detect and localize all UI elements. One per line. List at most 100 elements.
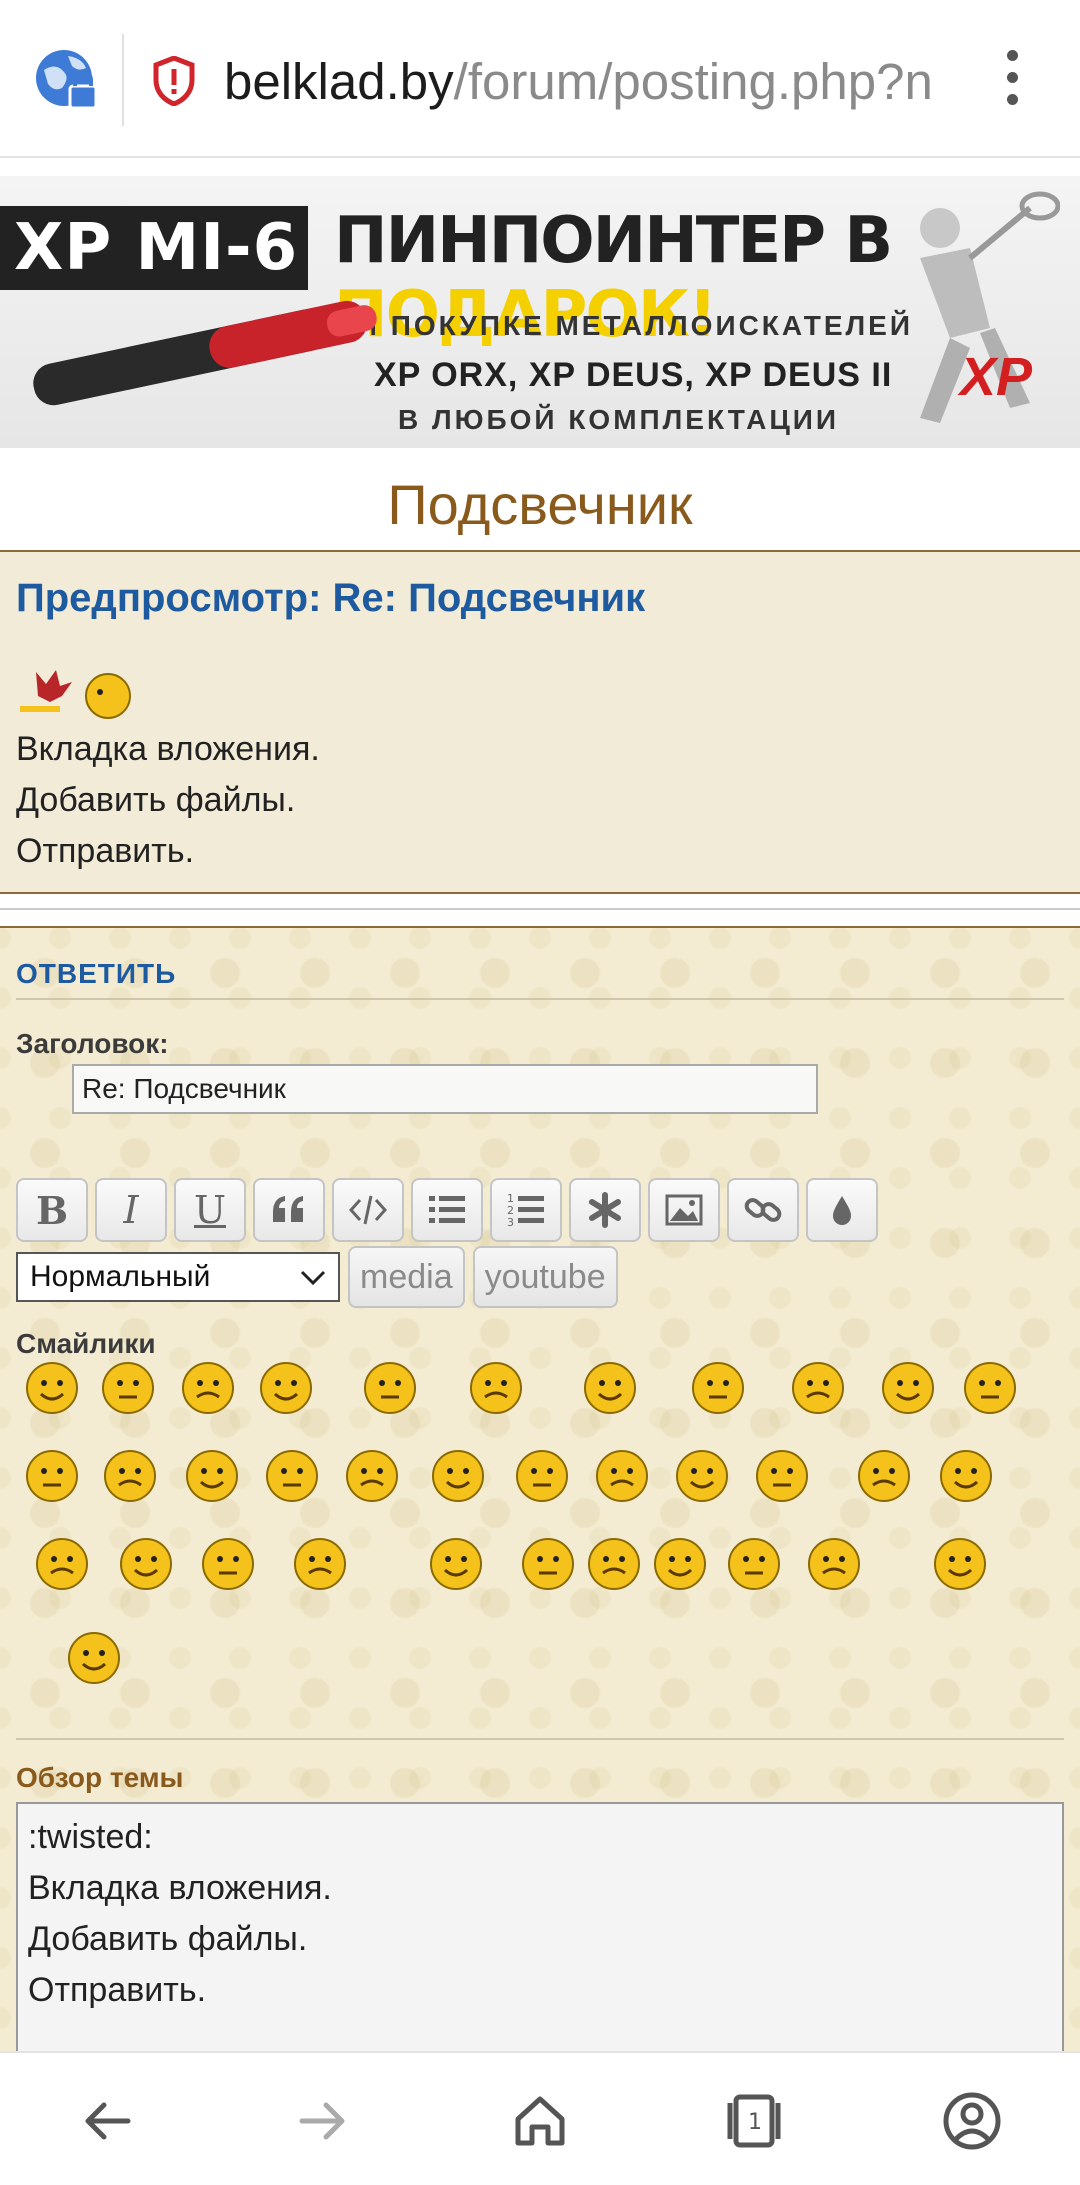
numbered-list-button[interactable]: 123 xyxy=(490,1178,562,1242)
message-line: :twisted: xyxy=(28,1818,153,1856)
smiley-icon[interactable] xyxy=(585,1535,643,1593)
pinpointer-image-icon xyxy=(33,300,377,406)
link-icon xyxy=(744,1198,782,1222)
smiley-icon[interactable] xyxy=(23,1447,81,1505)
bold-button[interactable]: B xyxy=(16,1178,88,1242)
format-row: Нормальный media youtube xyxy=(16,1246,618,1308)
preview-smilies xyxy=(16,662,136,727)
font-size-select[interactable]: Нормальный xyxy=(16,1252,340,1302)
smiley-icon[interactable] xyxy=(581,1359,639,1417)
smiley-icon[interactable] xyxy=(291,1535,349,1593)
image-icon xyxy=(665,1194,703,1226)
smiley-icon[interactable] xyxy=(199,1535,257,1593)
url-host: belklad.by xyxy=(224,53,454,110)
smiley-icon[interactable] xyxy=(467,1359,525,1417)
code-button[interactable] xyxy=(332,1178,404,1242)
ad-banner[interactable]: XP MI-6 ПИНПОИНТЕР В ПОДАРОК! ПРИ ПОКУПК… xyxy=(0,176,1080,448)
smiley-icon[interactable] xyxy=(23,1359,81,1417)
smiley-icon[interactable] xyxy=(183,1447,241,1505)
preview-line: Вкладка вложения. xyxy=(16,730,320,768)
banner-logo: XP xyxy=(960,347,1033,407)
smiley-icon[interactable] xyxy=(117,1535,175,1593)
smiley-icon[interactable] xyxy=(263,1447,321,1505)
smiley-icon[interactable] xyxy=(343,1447,401,1505)
smiley-icon[interactable] xyxy=(961,1359,1019,1417)
link-button[interactable] xyxy=(727,1178,799,1242)
url-separator xyxy=(122,34,124,126)
message-line: Отправить. xyxy=(28,1971,207,2009)
smiley-icon[interactable] xyxy=(937,1447,995,1505)
smiley-icon[interactable] xyxy=(805,1535,863,1593)
quote-button[interactable] xyxy=(253,1178,325,1242)
smiley-icon[interactable] xyxy=(257,1359,315,1417)
twisted-smiley-icon xyxy=(20,670,131,719)
smiley-icon[interactable] xyxy=(427,1535,485,1593)
message-textarea[interactable]: :twisted: Вкладка вложения. Добавить фай… xyxy=(16,1802,1064,2062)
browser-bottom-nav: 1 xyxy=(0,2051,1080,2185)
smiley-icon[interactable] xyxy=(673,1447,731,1505)
smiley-icon[interactable] xyxy=(753,1447,811,1505)
smiley-icon[interactable] xyxy=(931,1535,989,1593)
subject-label: Заголовок: xyxy=(16,1028,169,1059)
smiley-icon[interactable] xyxy=(65,1629,123,1687)
smiley-icon[interactable] xyxy=(879,1359,937,1417)
smiley-icon[interactable] xyxy=(725,1535,783,1593)
quote-icon xyxy=(273,1196,303,1222)
globe-lock-icon[interactable] xyxy=(34,48,100,114)
chevron-down-icon xyxy=(300,1270,326,1286)
youtube-button[interactable]: youtube xyxy=(472,1246,618,1308)
smiley-icon[interactable] xyxy=(789,1359,847,1417)
preview-panel: Предпросмотр: Re: Подсвечник Вкладка вло… xyxy=(0,550,1080,894)
shield-warning-icon[interactable] xyxy=(152,56,196,106)
smilies-label: Смайлики xyxy=(16,1328,156,1359)
banner-line-3: В ЛЮБОЙ КОМПЛЕКТАЦИИ xyxy=(398,404,840,435)
smiley-icon[interactable] xyxy=(99,1359,157,1417)
asterisk-button[interactable] xyxy=(569,1178,641,1242)
image-button[interactable] xyxy=(648,1178,720,1242)
svg-text:1: 1 xyxy=(748,2110,762,2135)
divider xyxy=(16,1738,1064,1740)
smiley-icon[interactable] xyxy=(179,1359,237,1417)
smiley-icon[interactable] xyxy=(651,1535,709,1593)
color-drop-icon xyxy=(833,1196,851,1225)
divider xyxy=(0,908,1080,910)
asterisk-icon xyxy=(589,1192,621,1228)
color-button[interactable] xyxy=(806,1178,878,1242)
overflow-menu-icon[interactable] xyxy=(994,50,1030,110)
smiley-icon[interactable] xyxy=(689,1359,747,1417)
back-arrow-icon[interactable] xyxy=(76,2089,140,2153)
topic-title[interactable]: Подсвечник xyxy=(0,472,1080,537)
reply-heading: ОТВЕТИТЬ xyxy=(16,958,177,989)
banner-line-2: XP ORX, XP DEUS, XP DEUS II xyxy=(374,356,893,394)
url-field[interactable]: belklad.by/forum/posting.php?n xyxy=(224,52,954,111)
url-path: /forum/posting.php?n xyxy=(453,53,933,110)
banner-model: XP MI-6 xyxy=(0,206,308,290)
smiley-icon[interactable] xyxy=(855,1447,913,1505)
preview-body: Вкладка вложения. Добавить файлы. Отправ… xyxy=(16,724,320,877)
home-icon[interactable] xyxy=(508,2089,572,2153)
svg-text:3: 3 xyxy=(507,1216,514,1229)
underline-button[interactable]: U xyxy=(174,1178,246,1242)
smiley-icon[interactable] xyxy=(361,1359,419,1417)
list-icon xyxy=(429,1196,465,1223)
smiley-icon[interactable] xyxy=(593,1447,651,1505)
message-line: Вкладка вложения. xyxy=(28,1869,332,1907)
smiley-icon[interactable] xyxy=(101,1447,159,1505)
profile-icon[interactable] xyxy=(940,2089,1004,2153)
smiley-icon[interactable] xyxy=(429,1447,487,1505)
smiley-icon[interactable] xyxy=(519,1535,577,1593)
smiley-icon[interactable] xyxy=(513,1447,571,1505)
subject-input[interactable] xyxy=(72,1064,818,1114)
preview-line: Добавить файлы. xyxy=(16,781,296,819)
numbered-list-icon: 123 xyxy=(507,1192,544,1229)
media-button[interactable]: media xyxy=(348,1246,465,1308)
tabs-icon[interactable]: 1 xyxy=(722,2089,786,2153)
preview-title: Предпросмотр: Re: Подсвечник xyxy=(16,576,646,620)
smiley-icon[interactable] xyxy=(33,1535,91,1593)
bbcode-toolbar: B I U 123 xyxy=(16,1178,885,1242)
forward-arrow-icon[interactable] xyxy=(290,2089,354,2153)
list-button[interactable] xyxy=(411,1178,483,1242)
divider xyxy=(16,998,1064,1000)
preview-line: Отправить. xyxy=(16,832,195,870)
italic-button[interactable]: I xyxy=(95,1178,167,1242)
